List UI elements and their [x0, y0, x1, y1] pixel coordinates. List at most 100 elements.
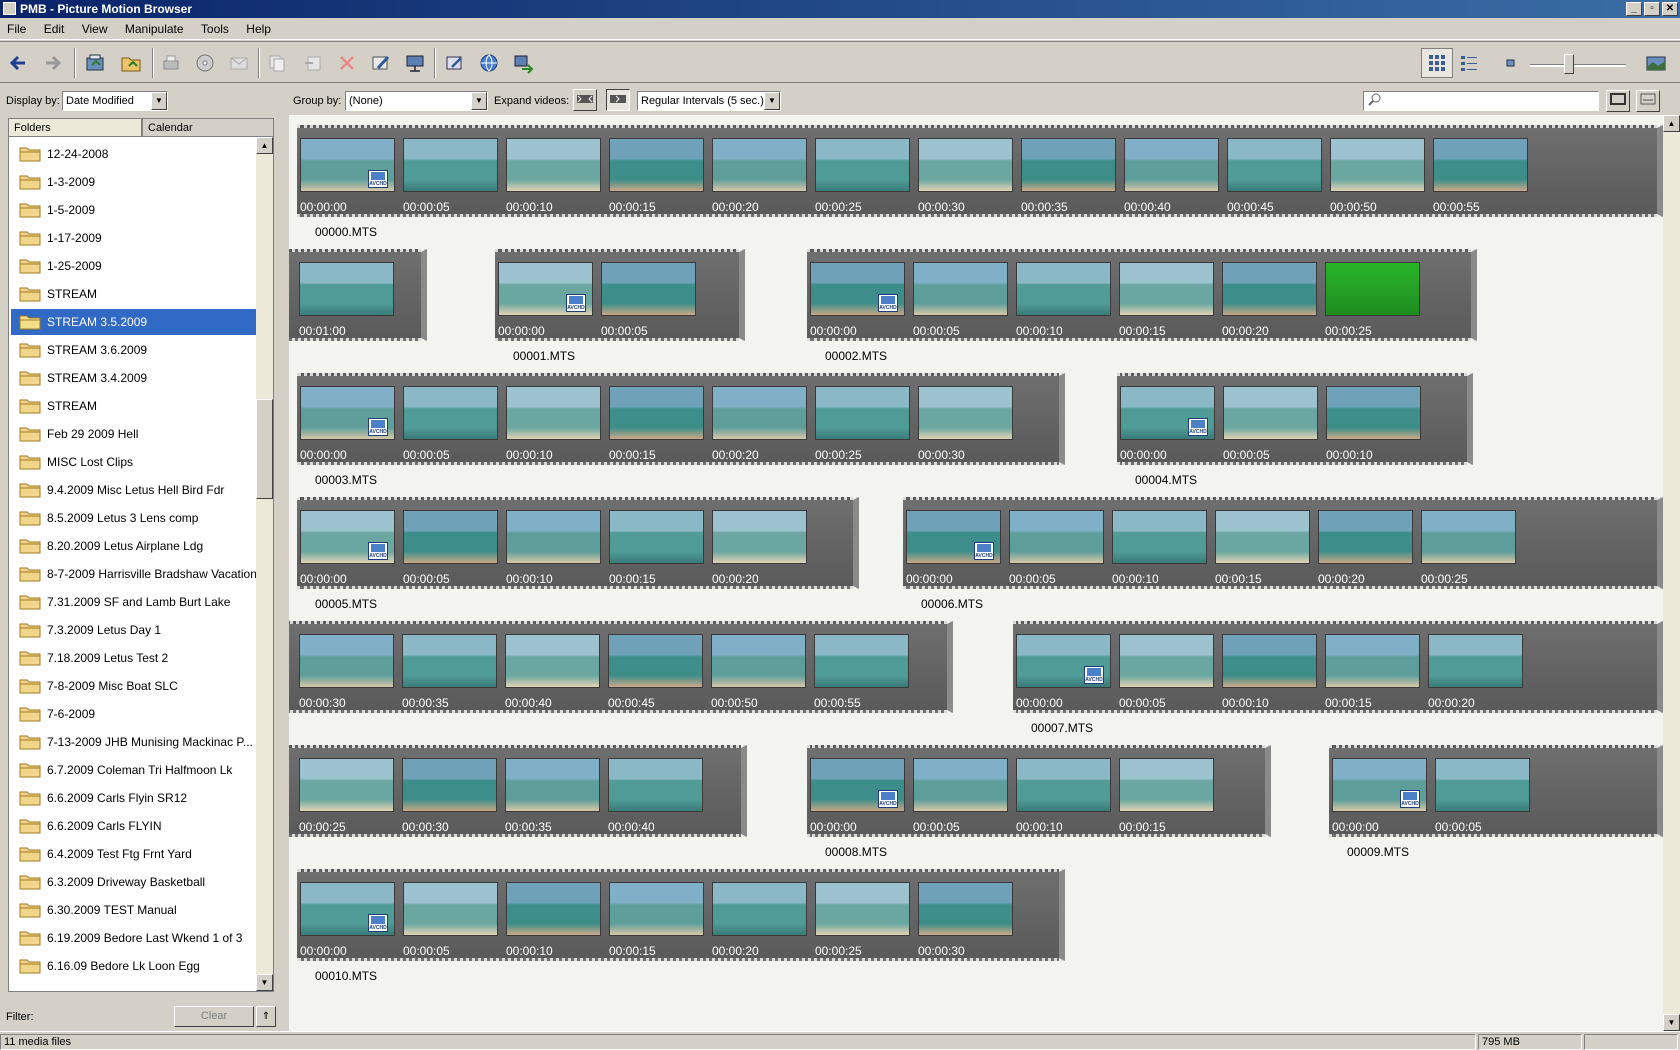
folder-item[interactable]: 7.18.2009 Letus Test 2 — [11, 645, 258, 671]
folder-scrollbar[interactable]: ▲ ▼ — [256, 137, 273, 991]
close-button[interactable]: ✕ — [1662, 2, 1678, 16]
video-thumbnail[interactable] — [1325, 262, 1420, 316]
video-thumbnail[interactable] — [1119, 634, 1214, 688]
menu-edit[interactable]: Edit — [37, 18, 72, 40]
scroll-up-icon[interactable]: ▲ — [1663, 115, 1680, 132]
video-thumbnail[interactable] — [506, 882, 601, 936]
video-thumbnail[interactable] — [403, 882, 498, 936]
video-thumbnail[interactable] — [506, 510, 601, 564]
video-strip[interactable]: 00:00:25 00:00:30 00:00:35 00:00:40 — [289, 745, 747, 837]
folder-item[interactable]: 7-8-2009 Misc Boat SLC — [11, 673, 258, 699]
info-panel-icon[interactable] — [1636, 90, 1660, 112]
video-thumbnail[interactable] — [1435, 758, 1530, 812]
video-thumbnail[interactable] — [608, 634, 703, 688]
video-thumbnail[interactable] — [601, 262, 696, 316]
expand-videos-icon[interactable] — [606, 89, 630, 111]
collapse-videos-icon[interactable] — [573, 89, 597, 111]
video-thumbnail[interactable] — [505, 634, 600, 688]
folder-item[interactable]: Feb 29 2009 Hell — [11, 421, 258, 447]
video-thumbnail[interactable] — [1318, 510, 1413, 564]
folder-item[interactable]: STREAM 3.4.2009 — [11, 365, 258, 391]
group-by-select[interactable]: (None) ▼ — [345, 91, 488, 111]
video-strip[interactable]: 00:00:00 00:00:05 00:00:10 00:00:15 00:00:20… — [297, 497, 859, 589]
email-icon[interactable] — [226, 51, 252, 75]
scroll-down-icon[interactable]: ▼ — [1663, 1014, 1680, 1031]
collapse-icon[interactable]: ⇑ — [256, 1006, 276, 1027]
video-thumbnail[interactable] — [1119, 758, 1214, 812]
device-transfer-icon[interactable] — [510, 51, 536, 75]
video-thumbnail[interactable] — [403, 510, 498, 564]
video-thumbnail[interactable] — [913, 262, 1008, 316]
video-thumbnail[interactable] — [1215, 510, 1310, 564]
import-media-icon[interactable] — [82, 51, 108, 75]
export-icon[interactable] — [442, 51, 468, 75]
delete-icon[interactable] — [334, 51, 360, 75]
copy-icon[interactable] — [264, 51, 290, 75]
folder-item[interactable]: STREAM — [11, 393, 258, 419]
folder-item[interactable]: 8.20.2009 Letus Airplane Ldg — [11, 533, 258, 559]
video-thumbnail[interactable] — [918, 386, 1013, 440]
folder-item[interactable]: STREAM — [11, 281, 258, 307]
video-thumbnail[interactable] — [1421, 510, 1516, 564]
video-thumbnail[interactable] — [506, 138, 601, 192]
folder-item[interactable]: 8-7-2009 Harrisville Bradshaw Vacation — [11, 561, 258, 587]
video-thumbnail[interactable] — [1326, 386, 1421, 440]
video-thumbnail[interactable] — [1223, 386, 1318, 440]
video-thumbnail[interactable] — [609, 882, 704, 936]
video-thumbnail[interactable] — [403, 138, 498, 192]
folder-item[interactable]: 7.3.2009 Letus Day 1 — [11, 617, 258, 643]
scroll-thumb[interactable] — [256, 399, 273, 499]
video-strip[interactable]: 00:00:00 00:00:05 00:00:10 00:00:15 AVCHD — [807, 745, 1271, 837]
video-thumbnail[interactable] — [299, 634, 394, 688]
slider-thumb[interactable] — [1564, 54, 1574, 74]
video-thumbnail[interactable] — [815, 386, 910, 440]
video-thumbnail[interactable] — [609, 386, 704, 440]
video-thumbnail[interactable] — [1428, 634, 1523, 688]
folder-item[interactable]: 7-6-2009 — [11, 701, 258, 727]
search-input[interactable] — [1363, 91, 1599, 111]
video-thumbnail[interactable] — [712, 138, 807, 192]
video-thumbnail[interactable] — [814, 634, 909, 688]
folder-item[interactable]: 1-25-2009 — [11, 253, 258, 279]
menu-manipulate[interactable]: Manipulate — [118, 18, 191, 40]
folder-item[interactable]: 6.6.2009 Carls Flyin SR12 — [11, 785, 258, 811]
video-thumbnail[interactable] — [918, 882, 1013, 936]
menu-view[interactable]: View — [75, 18, 115, 40]
video-thumbnail[interactable] — [1330, 138, 1425, 192]
thumbnail-size-slider[interactable] — [1530, 64, 1626, 67]
video-strip[interactable]: 00:01:00 — [289, 249, 427, 341]
move-icon[interactable] — [300, 51, 326, 75]
thumbnail-view-icon[interactable] — [1421, 48, 1453, 78]
back-icon[interactable] — [5, 51, 31, 75]
video-thumbnail[interactable] — [712, 882, 807, 936]
video-thumbnail[interactable] — [1016, 262, 1111, 316]
print-icon[interactable] — [158, 51, 184, 75]
video-strip[interactable]: 00:00:00 00:00:05 00:00:10 00:00:15 00:00:20… — [297, 125, 1663, 217]
menu-file[interactable]: File — [0, 18, 33, 40]
minimize-button[interactable]: _ — [1626, 2, 1642, 16]
video-strip[interactable]: 00:00:00 00:00:05 00:00:10 00:00:15 00:00:20… — [903, 497, 1663, 589]
video-thumbnail[interactable] — [913, 758, 1008, 812]
interval-select[interactable]: Regular Intervals (5 sec.) ▼ — [637, 91, 781, 111]
slideshow-icon[interactable] — [402, 51, 428, 75]
menu-help[interactable]: Help — [239, 18, 278, 40]
video-thumbnail[interactable] — [1433, 138, 1528, 192]
folder-item[interactable]: 6.30.2009 TEST Manual — [11, 897, 258, 923]
restore-button[interactable]: ▫ — [1644, 2, 1660, 16]
video-thumbnail[interactable] — [1009, 510, 1104, 564]
disc-burn-icon[interactable] — [192, 51, 218, 75]
video-thumbnail[interactable] — [1112, 510, 1207, 564]
clear-button[interactable]: Clear — [174, 1006, 254, 1027]
tab-calendar[interactable]: Calendar — [142, 118, 274, 138]
folder-item[interactable]: 6.6.2009 Carls FLYIN — [11, 813, 258, 839]
video-thumbnail[interactable] — [1222, 634, 1317, 688]
video-thumbnail[interactable] — [608, 758, 703, 812]
edit-tools-icon[interactable] — [368, 51, 394, 75]
folder-item[interactable]: 8.5.2009 Letus 3 Lens comp — [11, 505, 258, 531]
video-thumbnail[interactable] — [712, 510, 807, 564]
video-thumbnail[interactable] — [1021, 138, 1116, 192]
media-scrollbar[interactable]: ▲ ▼ — [1663, 115, 1680, 1031]
video-strip[interactable]: 00:00:00 00:00:05 AVCHD — [1329, 745, 1663, 837]
scroll-up-icon[interactable]: ▲ — [256, 137, 273, 154]
forward-icon[interactable] — [40, 51, 66, 75]
